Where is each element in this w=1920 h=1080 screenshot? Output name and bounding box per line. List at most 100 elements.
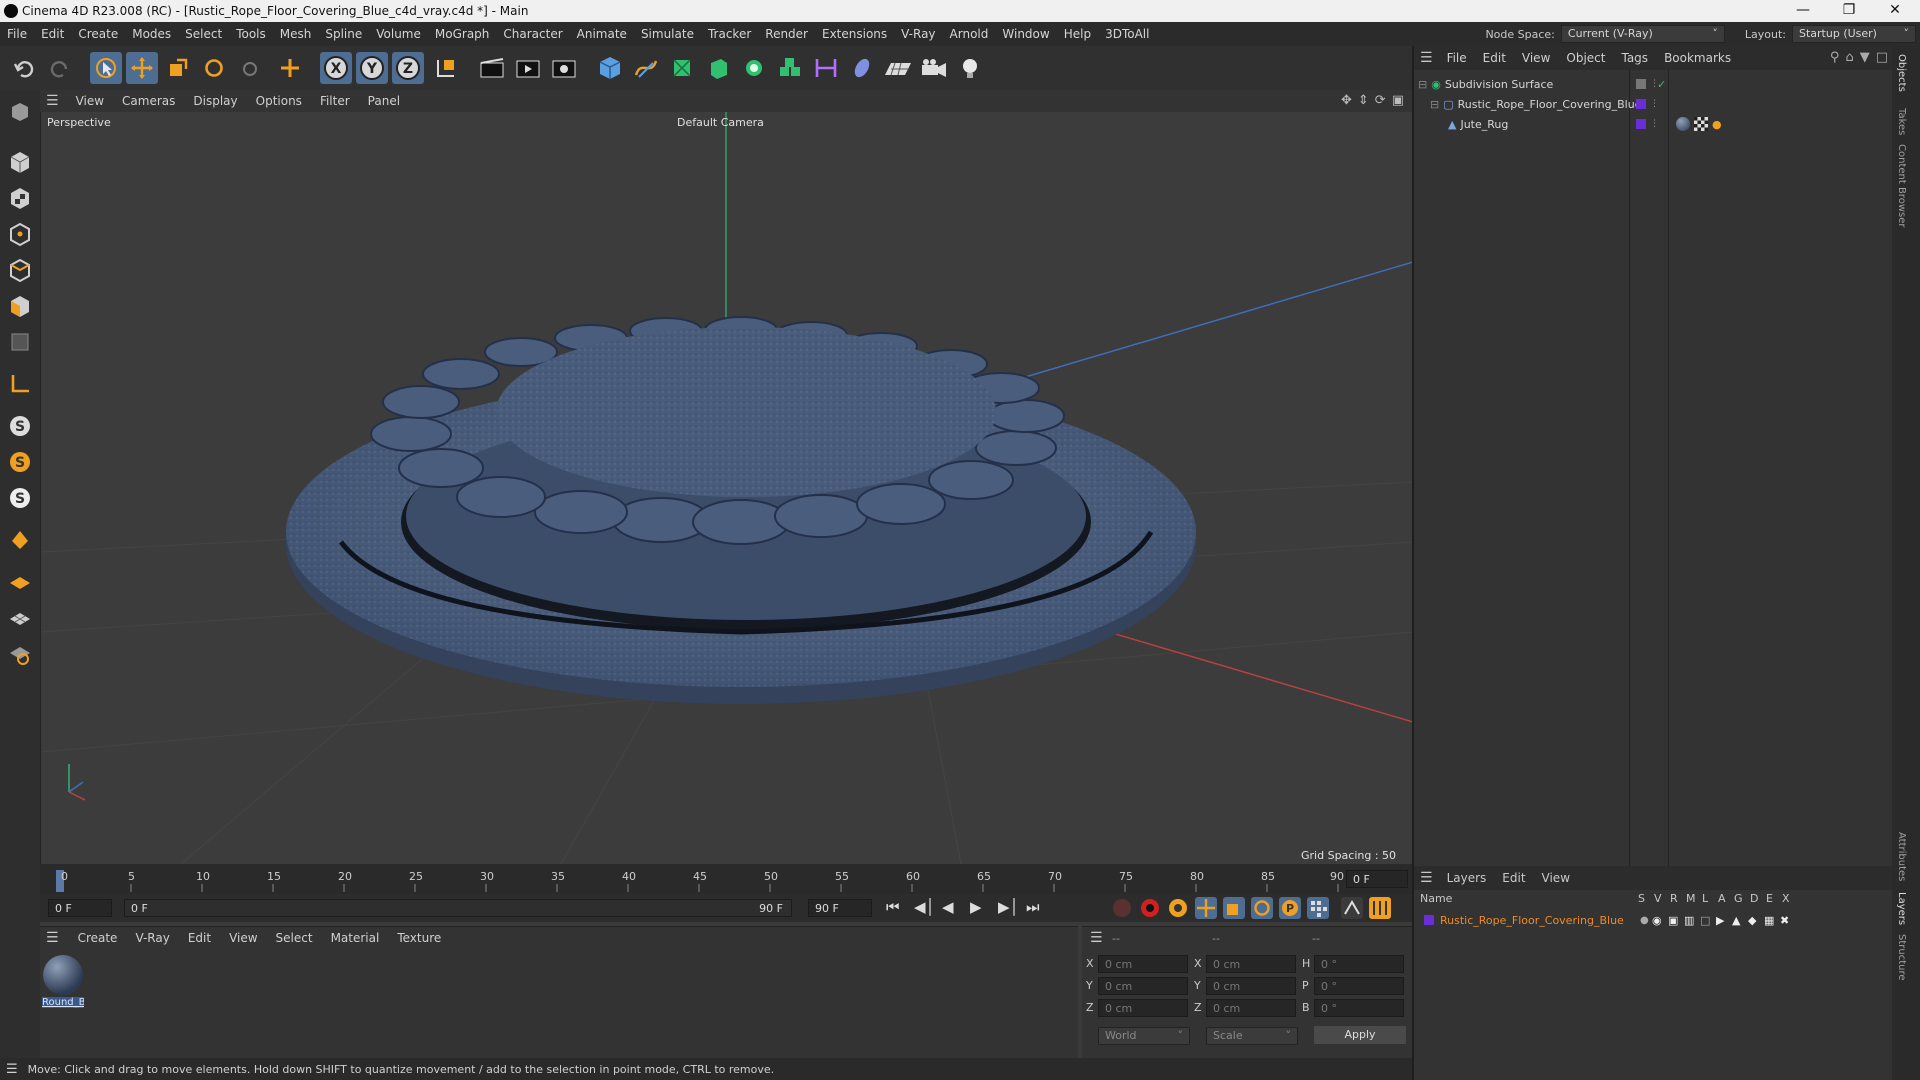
- rot-p-field[interactable]: 0 °: [1314, 977, 1404, 995]
- viewport-solo-button[interactable]: [4, 96, 36, 128]
- material-name[interactable]: Round_B: [42, 997, 84, 1008]
- layers-menu-edit[interactable]: Edit: [1494, 871, 1533, 885]
- autokey-icon[interactable]: [1340, 896, 1364, 920]
- material-menu-vray[interactable]: V-Ray: [126, 931, 178, 945]
- size-z-field[interactable]: 0 cm: [1206, 999, 1296, 1017]
- previous-frame-icon[interactable]: ◀: [942, 898, 964, 916]
- redo-button[interactable]: [44, 52, 76, 84]
- viewport-3d[interactable]: Perspective Default Camera Grid Spacing …: [40, 112, 1413, 864]
- tab-attributes[interactable]: Attributes: [1896, 832, 1907, 881]
- object-row[interactable]: ⊟ ◉ Subdivision Surface ⋮ ✓: [1414, 74, 1894, 94]
- current-frame-field[interactable]: 0 F: [1346, 870, 1408, 888]
- undo-button[interactable]: [8, 52, 40, 84]
- viewport-menu-display[interactable]: Display: [184, 94, 246, 108]
- objects-menu-object[interactable]: Object: [1558, 51, 1613, 65]
- cube-object-button[interactable]: [594, 52, 626, 84]
- layer-manager-icon[interactable]: ▥: [1684, 914, 1694, 927]
- sculpt-button[interactable]: [4, 524, 36, 556]
- coordinate-system-button[interactable]: [430, 52, 462, 84]
- coord-system-select[interactable]: World ˅: [1098, 1027, 1190, 1045]
- object-row[interactable]: ▲ Jute_Rug ⋮ ●: [1414, 114, 1894, 134]
- layer-row[interactable]: Rustic_Rope_Floor_Covering_Blue ● ◉ ▣ ▥ …: [1414, 910, 1894, 930]
- key-pla-icon[interactable]: [1306, 896, 1330, 920]
- render-view-button[interactable]: [476, 52, 508, 84]
- edge-mode-button[interactable]: [4, 254, 36, 286]
- menu-render[interactable]: Render: [758, 27, 815, 41]
- visibility-dots[interactable]: ⋮: [1650, 99, 1659, 109]
- object-name[interactable]: Jute_Rug: [1460, 118, 1508, 131]
- layer-visible-eye-icon[interactable]: ◉: [1652, 914, 1662, 927]
- material-menu-create[interactable]: Create: [69, 931, 127, 945]
- rotate-view-icon[interactable]: ⟳: [1375, 93, 1386, 108]
- menu-help[interactable]: Help: [1057, 27, 1098, 41]
- menu-tools[interactable]: Tools: [229, 27, 273, 41]
- cloner-button[interactable]: [738, 52, 770, 84]
- size-y-field[interactable]: 0 cm: [1206, 977, 1296, 995]
- snap-workplane-button[interactable]: S: [4, 482, 36, 514]
- pos-y-field[interactable]: 0 cm: [1098, 977, 1188, 995]
- close-button[interactable]: ✕: [1872, 0, 1918, 22]
- camera-name[interactable]: Default Camera: [677, 116, 764, 129]
- rotate-tool-button[interactable]: [198, 52, 230, 84]
- menu-select[interactable]: Select: [178, 27, 229, 41]
- locked-workplane-button[interactable]: [4, 638, 36, 670]
- next-frame-icon[interactable]: ▶│: [998, 898, 1020, 916]
- menu-modes[interactable]: Modes: [125, 27, 178, 41]
- viewport-menu-filter[interactable]: Filter: [311, 94, 359, 108]
- layer-xref-icon[interactable]: ✖: [1780, 914, 1789, 927]
- viewport-menu-view[interactable]: View: [67, 94, 113, 108]
- extrude-button[interactable]: [702, 52, 734, 84]
- live-selection-button[interactable]: [90, 52, 122, 84]
- material-menu-select[interactable]: Select: [267, 931, 322, 945]
- menu-extensions[interactable]: Extensions: [815, 27, 894, 41]
- spline-pen-button[interactable]: [630, 52, 662, 84]
- x-axis-lock-button[interactable]: X: [320, 52, 352, 84]
- light-object-button[interactable]: [954, 52, 986, 84]
- objects-menu-bookmarks[interactable]: Bookmarks: [1656, 51, 1739, 65]
- viewport-menu-options[interactable]: Options: [247, 94, 311, 108]
- viewport-menu-cameras[interactable]: Cameras: [113, 94, 184, 108]
- new-window-icon[interactable]: □: [1876, 50, 1888, 65]
- layer-color-swatch[interactable]: [1424, 915, 1434, 925]
- material-swatch[interactable]: Round_B: [42, 955, 84, 1011]
- expand-icon[interactable]: ⊟: [1430, 98, 1439, 111]
- viewport-menu-panel[interactable]: Panel: [359, 94, 409, 108]
- size-x-field[interactable]: 0 cm: [1206, 955, 1296, 973]
- key-rotation-icon[interactable]: [1250, 896, 1274, 920]
- go-to-start-icon[interactable]: ⏮: [886, 898, 908, 916]
- hamburger-icon[interactable]: ☰: [1414, 870, 1439, 886]
- render-settings-button[interactable]: [548, 52, 580, 84]
- render-picture-viewer-button[interactable]: [512, 52, 544, 84]
- key-parameter-icon[interactable]: P: [1278, 896, 1302, 920]
- frame-range-slider[interactable]: 0 F 90 F: [124, 899, 792, 917]
- mograph-button[interactable]: [774, 52, 806, 84]
- apply-button[interactable]: Apply: [1314, 1026, 1406, 1044]
- menu-simulate[interactable]: Simulate: [634, 27, 701, 41]
- grid-button[interactable]: [4, 602, 36, 634]
- menu-create[interactable]: Create: [71, 27, 125, 41]
- layer-animation-icon[interactable]: ▶: [1716, 914, 1724, 927]
- hamburger-icon[interactable]: ☰: [0, 1062, 28, 1077]
- layout-select[interactable]: Startup (User) ˅: [1792, 25, 1916, 43]
- menu-arnold[interactable]: Arnold: [943, 27, 996, 41]
- material-tag-icon[interactable]: [1676, 117, 1690, 131]
- menu-spline[interactable]: Spline: [318, 27, 369, 41]
- menu-mograph[interactable]: MoGraph: [428, 27, 497, 41]
- go-to-end-icon[interactable]: ⏭: [1026, 898, 1048, 916]
- tab-content-browser[interactable]: Content Browser: [1896, 144, 1907, 227]
- record-disabled-icon[interactable]: [1110, 896, 1134, 920]
- layer-expressions-icon[interactable]: ▦: [1764, 914, 1774, 927]
- hamburger-icon[interactable]: ☰: [1414, 50, 1439, 66]
- menu-edit[interactable]: Edit: [34, 27, 71, 41]
- timeline-window-icon[interactable]: [1368, 896, 1392, 920]
- start-frame-field[interactable]: 0 F: [48, 899, 112, 917]
- object-name[interactable]: Rustic_Rope_Floor_Covering_Blue: [1458, 98, 1642, 111]
- floor-object-button[interactable]: [882, 52, 914, 84]
- key-scale-icon[interactable]: [1222, 896, 1246, 920]
- object-row[interactable]: ⊟ ▢ Rustic_Rope_Floor_Covering_Blue ⋮: [1414, 94, 1894, 114]
- visibility-dots[interactable]: ⋮: [1650, 119, 1659, 129]
- recent-tool-button[interactable]: [234, 52, 266, 84]
- objects-menu-tags[interactable]: Tags: [1613, 51, 1656, 65]
- menu-mesh[interactable]: Mesh: [273, 27, 319, 41]
- workplane-button[interactable]: [4, 566, 36, 598]
